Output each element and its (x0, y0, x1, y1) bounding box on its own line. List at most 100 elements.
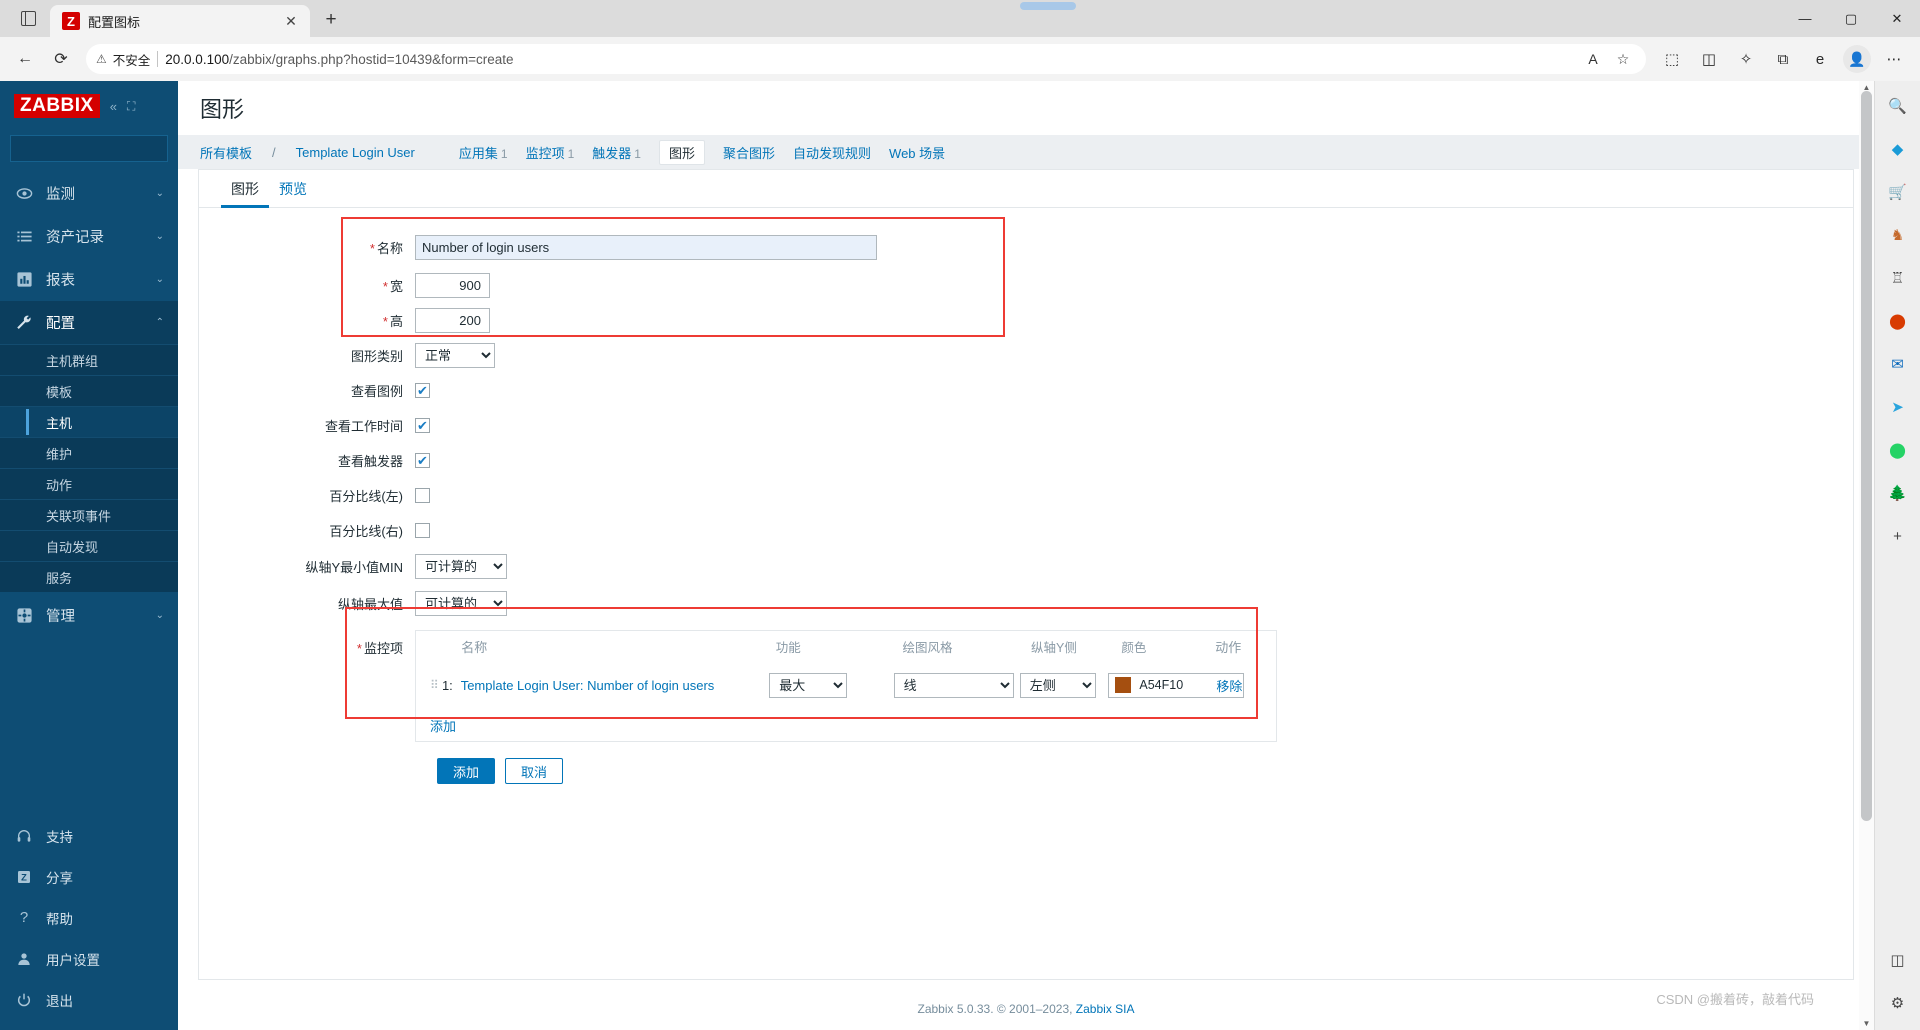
breadcrumb-item-web-scenarios[interactable]: Web 场景 (889, 143, 945, 162)
new-tab-button[interactable]: + (316, 5, 346, 35)
scrollbar-thumb[interactable] (1861, 91, 1872, 821)
graph-height-input[interactable] (415, 308, 490, 333)
graph-type-select[interactable]: 正常 (415, 343, 495, 368)
sidebar-item-administration[interactable]: 管理 ⌄ (0, 594, 178, 637)
close-tab-icon[interactable]: ✕ (280, 10, 302, 32)
footer-link[interactable]: Zabbix SIA (1076, 1002, 1135, 1016)
sidebar-item-monitoring[interactable]: 监测 ⌄ (0, 172, 178, 215)
diamond-icon[interactable]: ◆ (1885, 136, 1911, 162)
split-screen-icon[interactable]: ◫ (1691, 43, 1727, 75)
telegram-icon[interactable]: ➤ (1885, 394, 1911, 420)
whatsapp-icon[interactable]: ⬤ (1885, 437, 1911, 463)
outlook-icon[interactable]: ✉ (1885, 351, 1911, 377)
label-height: * 高 (199, 311, 415, 330)
column-header-name: 名称 (461, 640, 488, 655)
tab-graph[interactable]: 图形 (221, 170, 269, 208)
collections-icon[interactable]: ⬚ (1654, 43, 1690, 75)
drag-handle-icon[interactable]: ⠿ (430, 679, 442, 691)
profile-avatar[interactable]: 👤 (1839, 43, 1875, 75)
window-drag-handle[interactable] (1020, 2, 1076, 10)
breadcrumb-item-applications[interactable]: 应用集 1 (459, 143, 508, 162)
sidebar-item-maintenance[interactable]: 维护 (0, 437, 178, 468)
sidebar-item-configuration[interactable]: 配置 ⌃ (0, 301, 178, 344)
office-icon[interactable]: ⬤ (1885, 308, 1911, 334)
sidebar-item-actions[interactable]: 动作 (0, 468, 178, 499)
breadcrumb-item-items[interactable]: 监控项 1 (526, 143, 575, 162)
address-bar[interactable]: ⚠ 不安全 20.0.0.100/zabbix/graphs.php?hosti… (86, 44, 1646, 74)
breadcrumb-item-triggers[interactable]: 触发器 1 (592, 143, 641, 162)
control-ymin: 可计算的 (415, 554, 507, 579)
sidebar-item-user-settings[interactable]: 用户设置 (0, 938, 178, 979)
collections-panel-icon[interactable]: ⧉ (1765, 43, 1801, 75)
expand-sidebar-icon[interactable]: ⛶ (127, 99, 135, 114)
read-aloud-icon[interactable]: A (1580, 47, 1606, 71)
y-axis-min-select[interactable]: 可计算的 (415, 554, 507, 579)
remove-item-link[interactable]: 移除 (1216, 679, 1242, 694)
percentile-right-checkbox[interactable] (415, 523, 430, 538)
y-axis-max-select[interactable]: 可计算的 (415, 591, 507, 616)
shopping-icon[interactable]: 🛒 (1885, 179, 1911, 205)
search-input[interactable] (19, 140, 178, 157)
item-y-axis-select[interactable]: 左侧 (1019, 672, 1096, 698)
sidebar-toggle-icon[interactable]: ◫ (1885, 947, 1911, 973)
collapse-sidebar-icon[interactable]: « (110, 99, 117, 114)
settings-more-icon[interactable]: ⋯ (1876, 43, 1912, 75)
scroll-down-arrow[interactable]: ▼ (1859, 1019, 1874, 1028)
graph-width-input[interactable] (415, 273, 490, 298)
breadcrumb-item-discovery-rules[interactable]: 自动发现规则 (793, 143, 871, 162)
close-window-button[interactable]: ✕ (1874, 0, 1920, 37)
sidebar-item-reports[interactable]: 报表 ⌄ (0, 258, 178, 301)
sidebar-item-inventory[interactable]: 资产记录 ⌄ (0, 215, 178, 258)
add-sidebar-icon[interactable]: + (1885, 523, 1911, 549)
breadcrumb-item-graphs[interactable]: 图形 (658, 139, 705, 165)
tab-actions-icon[interactable] (6, 0, 50, 37)
item-function-select[interactable]: 最大 (769, 672, 848, 698)
show-legend-checkbox[interactable] (415, 383, 430, 398)
sidebar-item-share[interactable]: Z 分享 (0, 856, 178, 897)
favorites-icon[interactable]: ✧ (1728, 43, 1764, 75)
security-indicator[interactable]: ⚠ 不安全 (96, 50, 150, 69)
sidebar-item-signout[interactable]: 退出 (0, 979, 178, 1020)
add-button[interactable]: 添加 (437, 758, 496, 784)
breadcrumb-root[interactable]: 所有模板 (200, 143, 252, 162)
item-name-link[interactable]: Template Login User: Number of login use… (461, 678, 715, 693)
show-triggers-checkbox[interactable] (415, 453, 430, 468)
cancel-button[interactable]: 取消 (505, 758, 564, 784)
chess-icon[interactable]: ♖ (1885, 265, 1911, 291)
sidebar-item-help[interactable]: ? 帮助 (0, 897, 178, 938)
search-icon[interactable]: 🔍 (1885, 93, 1911, 119)
sidebar-item-templates[interactable]: 模板 (0, 375, 178, 406)
graph-form: *名称 *宽 *高 (199, 208, 1853, 794)
page-scrollbar[interactable]: ▲ ▼ (1859, 81, 1874, 1030)
breadcrumb-template-link[interactable]: Template Login User (296, 145, 415, 160)
sidebar-item-hosts[interactable]: 主机 (0, 406, 178, 437)
breadcrumb-item-screens[interactable]: 聚合图形 (723, 143, 775, 162)
percentile-left-checkbox[interactable] (415, 488, 430, 503)
sidebar-item-services[interactable]: 服务 (0, 561, 178, 592)
show-working-time-checkbox[interactable] (415, 418, 430, 433)
item-draw-style-select[interactable]: 线 (893, 672, 1014, 698)
zabbix-sidebar: ZABBIX « ⛶ 🔍 监测 ⌄ (0, 81, 194, 1030)
browser-tab[interactable]: Z 配置图标 ✕ (50, 5, 310, 37)
tab-preview[interactable]: 预览 (269, 170, 317, 207)
sidebar-item-host-groups[interactable]: 主机群组 (0, 344, 178, 375)
sidebar-item-support[interactable]: 支持 (0, 815, 178, 856)
breadcrumb-root-link[interactable]: 所有模板 (200, 146, 252, 161)
games-icon[interactable]: ♞ (1885, 222, 1911, 248)
maximize-button[interactable]: ▢ (1828, 0, 1874, 37)
add-item-link[interactable]: 添加 (430, 719, 456, 734)
item-name-cell: Template Login User: Number of login use… (461, 678, 770, 693)
sidebar-settings-icon[interactable]: ⚙ (1885, 990, 1911, 1016)
back-icon[interactable]: ← (8, 44, 42, 74)
sidebar-bottom: 支持 Z 分享 ? 帮助 用户设置 退出 (0, 815, 178, 1030)
sidebar-item-event-correlation[interactable]: 关联项事件 (0, 499, 178, 530)
sidebar-item-discovery[interactable]: 自动发现 (0, 530, 178, 561)
graph-name-input[interactable] (415, 234, 877, 260)
sidebar-search[interactable]: 🔍 (10, 135, 194, 162)
edge-copilot-icon[interactable]: e (1802, 43, 1838, 75)
breadcrumb-template[interactable]: Template Login User (296, 145, 415, 160)
reload-icon[interactable]: ⟳ (44, 44, 78, 74)
minimize-button[interactable]: — (1782, 0, 1828, 37)
tree-icon[interactable]: 🌲 (1885, 480, 1911, 506)
add-favorite-icon[interactable]: ☆ (1610, 47, 1636, 71)
